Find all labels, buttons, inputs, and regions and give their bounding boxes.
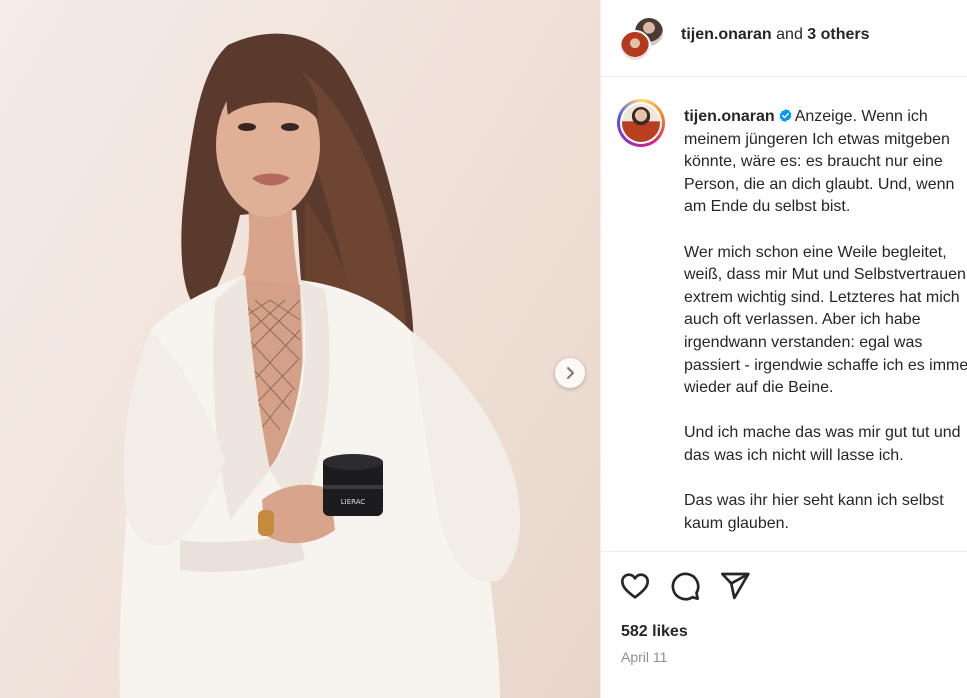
caption-line: extrem wichtig sind. Letzteres hat mich (684, 288, 960, 306)
caption-line: kaum glauben. (684, 514, 789, 532)
caption-line: passiert - irgendwie schaffe ich es imme… (684, 356, 967, 374)
avatar[interactable] (619, 30, 651, 62)
caption-line: weiß, dass mir Mut und Selbstvertrauen (684, 266, 966, 284)
post-caption: tijen.onaran Anzeige. Wenn ich meinem jün… (684, 106, 967, 535)
next-slide-button[interactable] (555, 358, 585, 388)
caption-paragraph: Wer mich schon eine Weile begleitet, wei… (684, 242, 967, 400)
post-photo: LIERAC (119, 33, 520, 698)
caption-line: Und ich mache das was mir gut tut und (684, 424, 961, 442)
caption-line: Das was ihr hier seht kann ich selbst (684, 492, 944, 510)
like-count[interactable]: 582 likes (621, 623, 688, 641)
comments-section[interactable]: tijen.onaran Anzeige. Wenn ich meinem jün… (601, 77, 967, 552)
caption-username-link[interactable]: tijen.onaran (684, 108, 775, 125)
authors-connector: and (776, 26, 803, 43)
caption-line: das was ich nicht will lasse ich. (684, 446, 904, 464)
chevron-right-icon (567, 367, 574, 379)
caption-paragraph: tijen.onaran Anzeige. Wenn ich meinem jün… (684, 106, 967, 219)
caption-line: könnte, wäre es: es braucht nur eine (684, 153, 943, 171)
caption-line: Person, die an dich glaubt. Und, wenn (684, 175, 955, 193)
heart-icon[interactable] (619, 570, 651, 602)
post-sidebar: tijen.onaran and 3 others tijen.onaran An… (600, 0, 967, 698)
caption-line: irgendwann verstanden: egal was (684, 333, 923, 351)
collab-avatars[interactable] (619, 16, 665, 62)
comment-icon[interactable] (669, 570, 701, 602)
caption-paragraph: Und ich mache das was mir gut tut und da… (684, 422, 967, 467)
svg-text:LIERAC: LIERAC (341, 498, 366, 506)
post-date[interactable]: April 11 (621, 649, 667, 665)
post-authors: tijen.onaran and 3 others (681, 26, 870, 44)
caption-line: Wer mich schon eine Weile begleitet, (684, 243, 947, 261)
author-username-link[interactable]: tijen.onaran (681, 26, 772, 43)
share-icon[interactable] (719, 570, 751, 602)
caption-line: auch oft verlassen. Aber ich habe (684, 311, 921, 329)
post-media[interactable]: LIERAC (0, 0, 600, 698)
caption-line: Anzeige. Wenn ich (794, 108, 928, 125)
caption-avatar[interactable] (617, 99, 665, 147)
verified-badge-icon (779, 108, 792, 123)
product-jar: LIERAC (323, 454, 383, 516)
others-link[interactable]: 3 others (807, 26, 869, 43)
caption-line: am Ende du selbst bist. (684, 198, 851, 216)
caption-line: meinem jüngeren Ich etwas mitgeben (684, 130, 950, 148)
post-header: tijen.onaran and 3 others (601, 0, 967, 77)
caption-line: wieder auf die Beine. (684, 379, 834, 397)
caption-paragraph: Das was ihr hier seht kann ich selbst ka… (684, 490, 967, 535)
